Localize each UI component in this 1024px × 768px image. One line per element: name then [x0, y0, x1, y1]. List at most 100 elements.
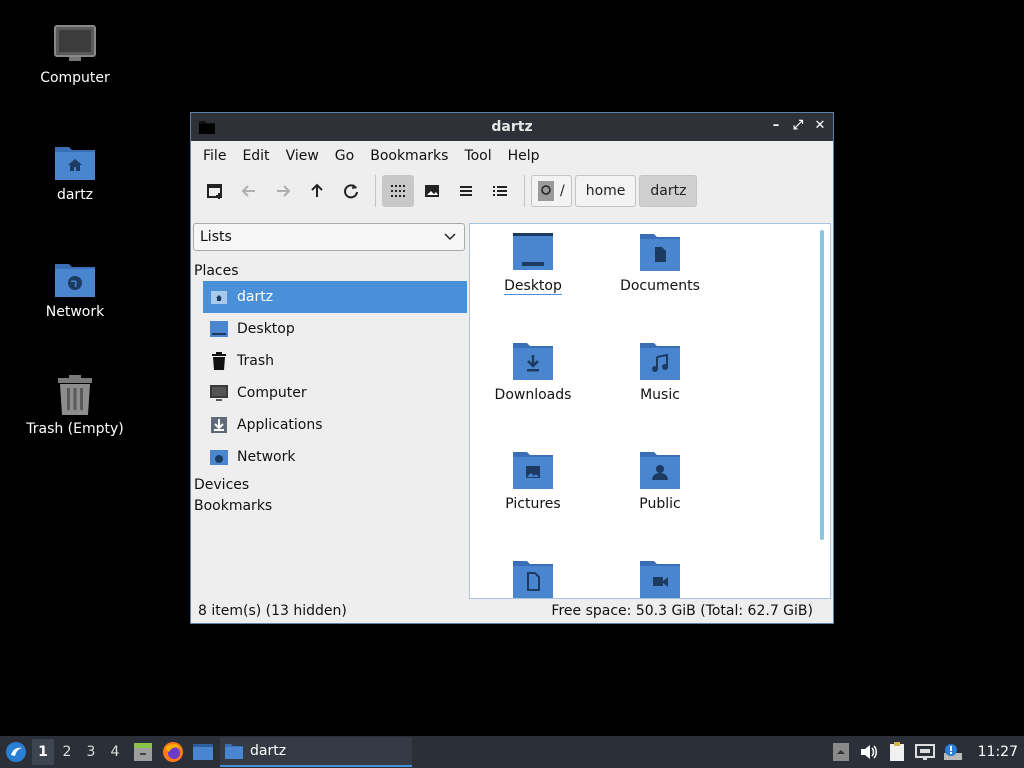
place-item-network[interactable]: Network: [203, 441, 467, 473]
menu-view[interactable]: View: [278, 148, 327, 164]
taskbar: 1 2 3 4 dartz 11:27: [0, 736, 1024, 768]
up-button[interactable]: [301, 175, 333, 207]
arrow-up-icon: [311, 183, 323, 197]
file-manager-window: dartz – ⤢ ✕ File Edit View Go Bookmarks …: [190, 112, 834, 624]
workspace-3[interactable]: 3: [80, 739, 102, 765]
desktop-icon-label: Network: [45, 304, 105, 320]
trash-icon: [53, 373, 97, 417]
system-tray: 11:27: [830, 736, 1024, 768]
taskbar-window-dartz[interactable]: dartz: [220, 737, 412, 767]
breadcrumb-dartz[interactable]: dartz: [639, 175, 698, 207]
file-item[interactable]: Pictures: [473, 450, 593, 512]
arrow-left-icon: [241, 185, 255, 197]
place-item-computer[interactable]: Computer: [203, 377, 467, 409]
menu-bookmarks[interactable]: Bookmarks: [362, 148, 456, 164]
toolbar-separator: [375, 175, 376, 207]
file-label: Public: [639, 496, 681, 512]
detail-view-button[interactable]: [484, 175, 516, 207]
image-icon: [425, 185, 439, 197]
computer-icon: [209, 383, 229, 403]
desktop-icon-computer[interactable]: Computer: [0, 22, 150, 86]
desktop-icon-network[interactable]: Network: [0, 256, 150, 320]
public-folder-icon: [640, 452, 680, 489]
folder-view[interactable]: Desktop Documents Downloads Music Pictur…: [469, 223, 831, 599]
menu-help[interactable]: Help: [500, 148, 548, 164]
desktop-icon: [209, 319, 229, 339]
desktop-icon-label: Trash (Empty): [26, 421, 124, 437]
place-label: Desktop: [237, 321, 295, 337]
menu-file[interactable]: File: [195, 148, 234, 164]
file-item[interactable]: Music: [600, 341, 720, 403]
menu-bar: File Edit View Go Bookmarks Tool Help: [191, 141, 833, 171]
reload-button[interactable]: [335, 175, 367, 207]
network-folder-icon: [209, 447, 229, 467]
file-item[interactable]: Documents: [600, 232, 720, 294]
menu-edit[interactable]: Edit: [234, 148, 277, 164]
bookmarks-header[interactable]: Bookmarks: [194, 498, 467, 514]
places-list: dartz Desktop Trash Computer Application…: [193, 281, 467, 473]
close-button[interactable]: ✕: [813, 119, 827, 133]
grid-icon: [391, 185, 405, 197]
breadcrumb-home[interactable]: home: [574, 175, 637, 207]
music-folder-icon: [640, 343, 680, 380]
file-item[interactable]: [473, 559, 593, 598]
clipboard-button[interactable]: [886, 741, 908, 763]
compact-view-button[interactable]: [450, 175, 482, 207]
network-folder-icon: [53, 256, 97, 300]
menu-go[interactable]: Go: [327, 148, 362, 164]
desktop-icon-trash[interactable]: Trash (Empty): [0, 373, 150, 437]
show-desktop-button[interactable]: [190, 739, 216, 765]
file-item[interactable]: Public: [600, 450, 720, 512]
clipboard-icon: [889, 742, 904, 761]
place-label: Applications: [237, 417, 323, 433]
clock[interactable]: 11:27: [978, 744, 1018, 760]
thumbnail-view-button[interactable]: [416, 175, 448, 207]
network-status-button[interactable]: [914, 741, 936, 763]
back-button[interactable]: [233, 175, 265, 207]
workspace-1[interactable]: 1: [32, 739, 54, 765]
videos-folder-icon: [640, 561, 680, 598]
task-label: dartz: [250, 743, 287, 759]
side-pane-mode-select[interactable]: Lists: [193, 223, 465, 251]
trash-icon: [209, 351, 229, 371]
desktop-icon-home[interactable]: dartz: [0, 139, 150, 203]
firefox-launcher[interactable]: [160, 739, 186, 765]
new-tab-button[interactable]: [199, 175, 231, 207]
file-item[interactable]: Downloads: [473, 341, 593, 403]
chevron-up-icon: [832, 743, 849, 761]
forward-button[interactable]: [267, 175, 299, 207]
place-item-dartz[interactable]: dartz: [203, 281, 467, 313]
devices-header[interactable]: Devices: [194, 477, 467, 493]
status-bar: 8 item(s) (13 hidden) Free space: 50.3 G…: [191, 599, 833, 623]
maximize-button[interactable]: ⤢: [791, 119, 805, 133]
file-label: Music: [640, 387, 680, 403]
templates-folder-icon: [513, 561, 553, 598]
file-item[interactable]: Desktop: [473, 232, 593, 295]
vertical-scrollbar[interactable]: [820, 230, 824, 540]
file-label: Documents: [620, 278, 700, 294]
volume-button[interactable]: [858, 741, 880, 763]
pictures-folder-icon: [513, 452, 553, 489]
tray-expand-button[interactable]: [830, 741, 852, 763]
reload-icon: [344, 184, 358, 199]
minimize-button[interactable]: –: [769, 119, 783, 133]
icon-view-button[interactable]: [382, 175, 414, 207]
updates-button[interactable]: [942, 741, 964, 763]
file-label: Desktop: [504, 278, 562, 295]
places-header[interactable]: Places: [194, 263, 467, 279]
documents-folder-icon: [640, 234, 680, 271]
start-menu-button[interactable]: [2, 738, 30, 766]
window-title: dartz: [491, 119, 533, 135]
breadcrumb-root-label: /: [560, 183, 565, 199]
title-bar[interactable]: dartz – ⤢ ✕: [191, 113, 833, 141]
place-item-applications[interactable]: Applications: [203, 409, 467, 441]
workspace-2[interactable]: 2: [56, 739, 78, 765]
workspace-4[interactable]: 4: [104, 739, 126, 765]
menu-tool[interactable]: Tool: [456, 148, 499, 164]
breadcrumb-root[interactable]: /: [531, 175, 572, 207]
place-item-trash[interactable]: Trash: [203, 345, 467, 377]
place-item-desktop[interactable]: Desktop: [203, 313, 467, 345]
file-manager-launcher[interactable]: [130, 739, 156, 765]
file-item[interactable]: [600, 559, 720, 598]
toolbar-separator: [524, 175, 525, 207]
